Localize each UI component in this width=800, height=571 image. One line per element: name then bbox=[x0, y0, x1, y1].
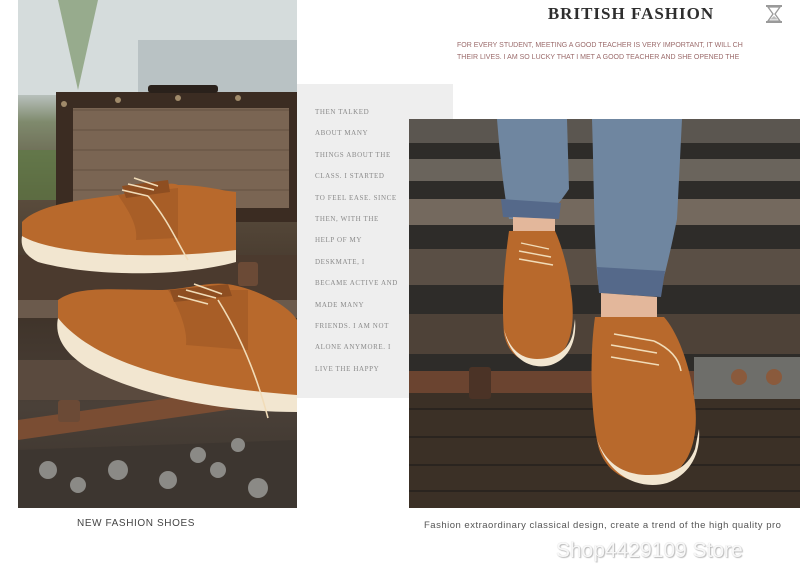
right-photo-caption: Fashion extraordinary classical design, … bbox=[424, 520, 782, 531]
tagline: FOR EVERY STUDENT, MEETING A GOOD TEACHE… bbox=[457, 40, 800, 64]
left-shoe-photo bbox=[18, 0, 297, 508]
story-line: LIVE THE HAPPY bbox=[315, 364, 380, 373]
story-line: CLASS. I STARTED bbox=[315, 172, 385, 181]
story-line: HELP OF MY bbox=[315, 236, 362, 245]
page-title: BRITISH FASHION bbox=[547, 4, 715, 23]
story-line: FRIENDS. I AM NOT bbox=[315, 322, 389, 331]
story-line: BECAME ACTIVE AND bbox=[315, 279, 398, 288]
story-line: THEN, WITH THE bbox=[315, 215, 379, 224]
story-line: DESKMATE, I bbox=[315, 257, 365, 266]
tagline-line: THEIR LIVES. I AM SO LUCKY THAT I MET A … bbox=[457, 54, 740, 61]
story-text: THEN TALKED ABOUT MANY THINGS ABOUT THE … bbox=[315, 102, 398, 380]
store-watermark: Shop4429109 Store bbox=[556, 539, 743, 562]
story-line: THINGS ABOUT THE bbox=[315, 150, 391, 159]
walking-model-photo bbox=[409, 119, 800, 508]
tagline-line: FOR EVERY STUDENT, MEETING A GOOD TEACHE… bbox=[457, 42, 743, 49]
story-line: THEN TALKED bbox=[315, 108, 370, 116]
story-line: ALONE ANYMORE. I bbox=[315, 343, 391, 352]
story-line: ABOUT MANY bbox=[315, 129, 369, 138]
hourglass-icon bbox=[760, 0, 788, 28]
story-line: MADE MANY bbox=[315, 300, 365, 309]
story-line: TO FEEL EASE. SINCE bbox=[315, 193, 397, 202]
left-photo-caption: NEW FASHION SHOES bbox=[77, 518, 195, 529]
